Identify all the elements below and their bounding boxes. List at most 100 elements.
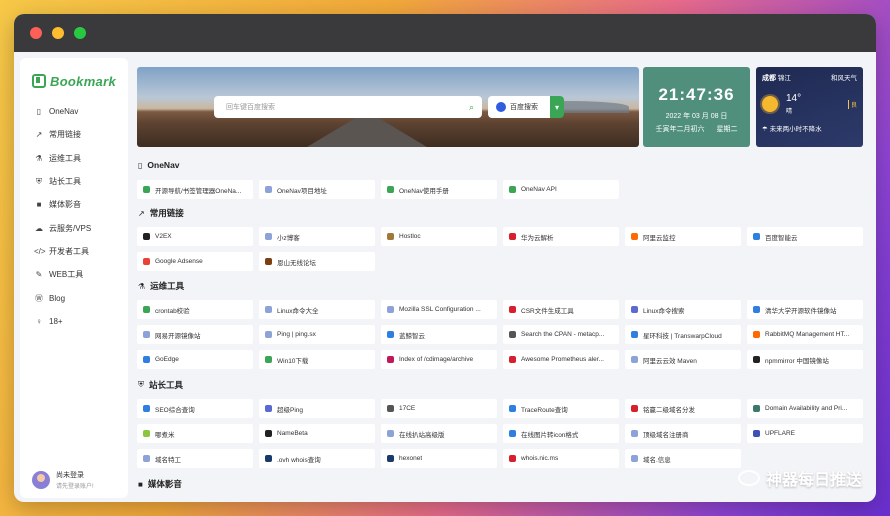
bookmark-card[interactable]: 超级Ping: [259, 399, 375, 418]
bookmark-card[interactable]: SEO综合查询: [137, 399, 253, 418]
bookmark-card[interactable]: 恩山无线论坛: [259, 252, 375, 271]
sidebar-item[interactable]: ✎ WEB工具: [20, 263, 128, 286]
bookmark-label: 在线扒站高级版: [399, 431, 445, 439]
bookmark-card[interactable]: Domain Availability and Pri...: [747, 399, 863, 418]
chevron-down-icon[interactable]: ▾: [550, 96, 564, 118]
bookmark-card[interactable]: OneNav API: [503, 180, 619, 199]
favicon-icon: [265, 455, 272, 462]
favicon-icon: [753, 331, 760, 338]
sidebar-item[interactable]: ⚗ 运维工具: [20, 147, 128, 170]
bookmark-label: 清华大学开源软件镜像站: [765, 307, 837, 315]
maximize-window-button[interactable]: [74, 27, 86, 39]
bookmark-card[interactable]: 华为云解析: [503, 227, 619, 246]
bookmark-label: 华为云解析: [521, 234, 554, 242]
bookmark-logo-icon: [32, 74, 46, 88]
bookmark-card[interactable]: 在线扒站高级版: [381, 424, 497, 443]
minimize-window-button[interactable]: [52, 27, 64, 39]
sidebar-nav: ▯ OneNav ↗ 常用链接 ⚗ 运维工具 ⛨ 站长工具 ■ 媒体影音 ☁ 云服务/VPS </> 开发…: [20, 100, 128, 333]
bookmark-card[interactable]: 顶级域名注册商: [625, 424, 741, 443]
bookmark-card[interactable]: RabbitMQ Management HT...: [747, 325, 863, 344]
bookmark-card[interactable]: Mozilla SSL Configuration ...: [381, 300, 497, 319]
clock-lunar-date: 壬寅年二月初六: [655, 126, 705, 133]
bookmark-card[interactable]: Ping | ping.sx: [259, 325, 375, 344]
bookmark-card[interactable]: TraceRoute查询: [503, 399, 619, 418]
cloud-icon: ☁: [35, 223, 43, 233]
bookmark-label: NameBeta: [277, 430, 308, 437]
bookmark-card[interactable]: crontab校验: [137, 300, 253, 319]
bookmark-card[interactable]: Hostloc: [381, 227, 497, 246]
sidebar-item[interactable]: ■ 媒体影音: [20, 193, 128, 216]
bookmark-card[interactable]: Linux命令搜索: [625, 300, 741, 319]
bookmark-card[interactable]: 星环科技 | TranswarpCloud: [625, 325, 741, 344]
weather-widget[interactable]: 成都 锦江 和风天气 14° 晴 良 ☂ 未来两小时不降水: [756, 67, 863, 147]
favicon-icon: [509, 186, 516, 193]
close-window-button[interactable]: [30, 27, 42, 39]
sidebar-item[interactable]: ⛨ 站长工具: [20, 170, 128, 193]
bookmark-label: SEO综合查询: [155, 406, 195, 414]
sidebar-item[interactable]: ↗ 常用链接: [20, 123, 128, 146]
bookmark-card[interactable]: 阿里云云效 Maven: [625, 350, 741, 369]
bookmark-card[interactable]: Index of /cdimage/archive: [381, 350, 497, 369]
sidebar: Bookmark ▯ OneNav ↗ 常用链接 ⚗ 运维工具 ⛨ 站长工具 ■ 媒体影音 ☁ 云服务…: [20, 58, 128, 498]
user-login-hint[interactable]: 请先登录账户!: [56, 481, 94, 490]
bookmark-card[interactable]: 小z博客: [259, 227, 375, 246]
search-banner: 回车键百度搜索 ⌕ 百度搜索 ▾: [137, 67, 639, 147]
bookmark-icon: ▯: [138, 160, 143, 170]
sidebar-item[interactable]: ☁ 云服务/VPS: [20, 216, 128, 239]
bookmark-card[interactable]: Awesome Prometheus aler...: [503, 350, 619, 369]
bookmark-card[interactable]: V2EX: [137, 227, 253, 246]
search-engine-button[interactable]: 百度搜索: [488, 96, 550, 118]
video-icon: ■: [36, 200, 42, 210]
sidebar-item[interactable]: ▯ OneNav: [20, 100, 128, 123]
bookmark-card[interactable]: hexonet: [381, 449, 497, 468]
favicon-icon: [387, 306, 394, 313]
bookmark-card[interactable]: .ovh whois查询: [259, 449, 375, 468]
bookmark-card[interactable]: Linux命令大全: [259, 300, 375, 319]
sidebar-item[interactable]: ♀ 18+: [20, 310, 128, 333]
bookmark-label: OneNav项目地址: [277, 187, 327, 195]
bookmark-card[interactable]: 哪煮米: [137, 424, 253, 443]
bookmark-card[interactable]: 开源导航/书签管理器OneNa...: [137, 180, 253, 199]
section-title-label: 常用链接: [149, 208, 184, 218]
bookmark-card[interactable]: 铭赢二级域名分发: [625, 399, 741, 418]
bookmark-card[interactable]: 蓝鲸智云: [381, 325, 497, 344]
bookmark-card[interactable]: 域名特工: [137, 449, 253, 468]
favicon-icon: [387, 233, 394, 240]
favicon-icon: [143, 430, 150, 437]
bookmark-card[interactable]: 百度智能云: [747, 227, 863, 246]
search-placeholder: 回车键百度搜索: [226, 104, 275, 111]
bookmark-card[interactable]: Google Adsense: [137, 252, 253, 271]
bookmark-card[interactable]: 17CE: [381, 399, 497, 418]
bookmark-card[interactable]: 清华大学开源软件镜像站: [747, 300, 863, 319]
bookmark-card[interactable]: OneNav项目地址: [259, 180, 375, 199]
sidebar-item[interactable]: </> 开发者工具: [20, 240, 128, 263]
external-link-icon: ↗: [138, 208, 145, 218]
bookmark-card[interactable]: CSR文件生成工具: [503, 300, 619, 319]
bookmark-card[interactable]: UPFLARE: [747, 424, 863, 443]
bookmark-card[interactable]: NameBeta: [259, 424, 375, 443]
bookmark-card[interactable]: Search the CPAN - metacp...: [503, 325, 619, 344]
bookmark-card[interactable]: 在线图片转icon格式: [503, 424, 619, 443]
bookmark-card[interactable]: 域名.信息: [625, 449, 741, 468]
bookmark-card[interactable]: 阿里云监控: [625, 227, 741, 246]
sun-icon: [762, 96, 778, 112]
search-input[interactable]: 回车键百度搜索 ⌕: [214, 96, 482, 118]
section-title-label: 运维工具: [150, 281, 185, 291]
user-panel[interactable]: 尚未登录 请先登录账户!: [32, 470, 94, 490]
favicon-icon: [753, 306, 760, 313]
bookmark-card[interactable]: GoEdge: [137, 350, 253, 369]
sidebar-item[interactable]: Ⓦ Blog: [20, 286, 128, 309]
bookmark-card[interactable]: whois.nic.ms: [503, 449, 619, 468]
sidebar-item-label: WEB工具: [49, 270, 84, 280]
bookmark-card[interactable]: OneNav使用手册: [381, 180, 497, 199]
bookmark-card[interactable]: 网易开源镜像站: [137, 325, 253, 344]
bookmark-card[interactable]: Win10下载: [259, 350, 375, 369]
search-icon[interactable]: ⌕: [469, 102, 474, 113]
favicon-icon: [387, 405, 394, 412]
bookmark-card[interactable]: npmmirror 中国镜像站: [747, 350, 863, 369]
bookmark-label: 阿里云监控: [643, 234, 676, 242]
bookmark-label: Ping | ping.sx: [277, 331, 316, 338]
bookmark-label: .ovh whois查询: [277, 456, 321, 464]
avatar[interactable]: [32, 471, 50, 489]
logo[interactable]: Bookmark: [20, 58, 128, 92]
